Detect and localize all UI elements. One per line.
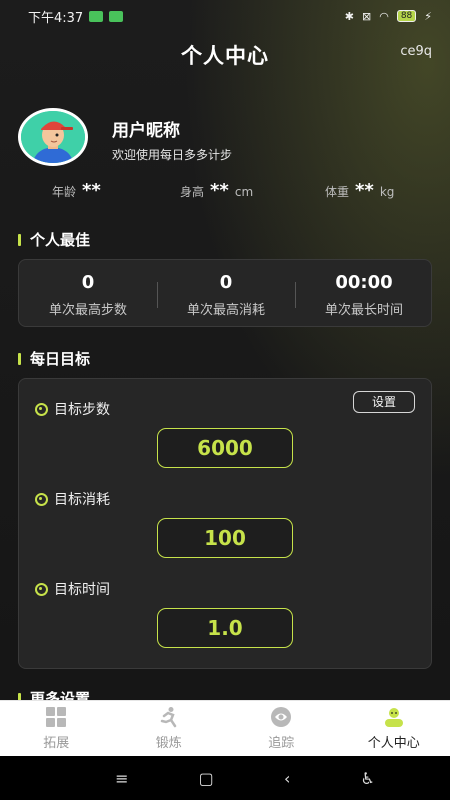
notification-icon [89, 10, 104, 22]
goal-steps-text: 目标步数 [54, 402, 110, 418]
daily-card: 设置 目标步数 6000 目标消耗 100 目标时间 1.0 [18, 378, 432, 669]
target-icon [35, 582, 48, 596]
tab-exercise-label: 锻炼 [155, 736, 182, 751]
tab-track-label: 追踪 [268, 736, 295, 751]
tab-profile-label: 个人中心 [367, 736, 420, 751]
status-left: 下午4:37 [28, 7, 124, 26]
system-nav-bar: ≡ ▢ ‹ ♿ [0, 756, 450, 800]
best-section-header: 个人最佳 [18, 229, 90, 250]
best-calories-label: 单次最高消耗 [186, 303, 265, 318]
runner-icon [160, 707, 176, 728]
charging-icon: ⚡ [424, 9, 432, 23]
stat-age-label: 年龄 [52, 185, 77, 199]
tab-extend-label: 拓展 [43, 736, 70, 751]
header: 个人中心 ce9q [0, 34, 450, 74]
stat-weight-unit: kg [379, 185, 395, 199]
stat-weight-label: 体重 [325, 185, 350, 199]
avatar-illustration-icon [21, 111, 85, 163]
bluetooth-icon: ✱ [344, 9, 354, 23]
goal-time-text: 目标时间 [54, 582, 110, 598]
goal-calories-label: 目标消耗 [35, 489, 110, 509]
nickname[interactable]: 用户昵称 [112, 116, 180, 141]
sim-icon: ⊠ [361, 9, 372, 23]
stat-height-label: 身高 [180, 185, 205, 199]
best-time: 00:00 单次最长时间 [295, 260, 433, 328]
tab-extend[interactable]: 拓展 [0, 701, 113, 756]
tab-exercise[interactable]: 锻炼 [113, 701, 226, 756]
grid-icon [46, 707, 67, 727]
battery-icon: 88 [396, 10, 417, 22]
app-screen: 下午4:37 ✱ ⊠ ◠ 88 ⚡ 个人中心 ce9q 用户昵称 欢迎使用每日多 [0, 0, 450, 800]
stat-weight-value: ** [355, 180, 374, 201]
goal-time-label: 目标时间 [35, 579, 110, 599]
stat-weight[interactable]: 体重 ** kg [325, 180, 394, 201]
best-steps-label: 单次最高步数 [48, 303, 127, 318]
status-time: 下午4:37 [28, 10, 84, 26]
bottom-tab-bar: 拓展 锻炼 追踪 个人中心 [0, 700, 450, 756]
track-icon [271, 707, 292, 727]
goal-calories-value[interactable]: 100 [157, 518, 293, 558]
body-stats: 年龄 ** 身高 ** cm 体重 ** kg [0, 180, 450, 208]
stat-height-value: ** [210, 180, 229, 201]
best-time-value: 00:00 [335, 272, 393, 293]
best-card: 0 单次最高步数 0 单次最高消耗 00:00 单次最长时间 [18, 259, 432, 327]
notification-icon-2 [109, 10, 124, 22]
stat-age-value: ** [82, 180, 101, 201]
target-icon [35, 402, 48, 416]
goal-time-value[interactable]: 1.0 [157, 608, 293, 648]
set-goals-button[interactable]: 设置 [353, 391, 415, 413]
best-steps-value: 0 [81, 272, 95, 293]
home-icon[interactable]: ▢ [199, 769, 214, 788]
stat-age[interactable]: 年龄 ** [52, 180, 101, 201]
stat-height[interactable]: 身高 ** cm [180, 180, 253, 201]
welcome-text: 欢迎使用每日多多计步 [112, 148, 233, 162]
best-time-label: 单次最长时间 [324, 303, 403, 318]
best-title: 个人最佳 [30, 231, 91, 249]
best-steps: 0 单次最高步数 [19, 260, 157, 328]
page-title: 个人中心 [181, 44, 269, 68]
daily-title: 每日目标 [30, 350, 91, 368]
goal-steps-label: 目标步数 [35, 399, 110, 419]
goal-steps-value[interactable]: 6000 [157, 428, 293, 468]
stat-height-unit: cm [234, 185, 254, 199]
accessibility-icon[interactable]: ♿ [361, 769, 375, 788]
section-bar [18, 352, 21, 365]
target-icon [35, 492, 48, 506]
daily-section-header: 每日目标 [18, 348, 90, 369]
best-calories-value: 0 [219, 272, 233, 293]
menu-icon[interactable]: ≡ [115, 769, 128, 788]
person-icon [384, 708, 403, 727]
status-right: ✱ ⊠ ◠ 88 ⚡ [345, 10, 432, 23]
status-bar: 下午4:37 ✱ ⊠ ◠ 88 ⚡ [0, 0, 450, 32]
tab-profile[interactable]: 个人中心 [338, 701, 450, 756]
section-bar [18, 233, 21, 246]
wifi-icon: ◠ [379, 9, 389, 23]
tab-track[interactable]: 追踪 [225, 701, 338, 756]
back-icon[interactable]: ‹ [284, 769, 290, 788]
best-calories: 0 单次最高消耗 [157, 260, 295, 328]
avatar[interactable] [18, 108, 88, 166]
goal-calories-text: 目标消耗 [54, 492, 110, 508]
header-code[interactable]: ce9q [400, 44, 432, 59]
